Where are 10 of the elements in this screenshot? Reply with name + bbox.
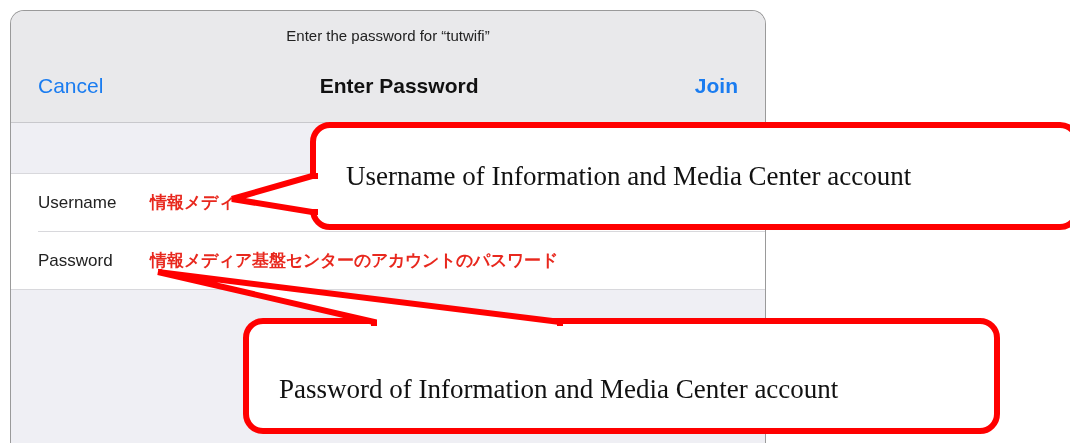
field-value[interactable]: 情報メディア基盤センターのアカウントのパスワード	[150, 249, 558, 272]
field-value[interactable]: 情報メディ	[150, 191, 235, 214]
dialog-title: Enter Password	[319, 74, 479, 98]
field-label: Password	[38, 250, 114, 271]
callout-text: Username of Information and Media Center account	[346, 160, 912, 192]
callout-text: Password of Information and Media Center account	[279, 373, 839, 405]
cancel-button[interactable]: Cancel	[38, 74, 104, 98]
field-label: Username	[38, 192, 118, 213]
dialog-prompt: Enter the password for “tutwifi”	[286, 27, 490, 44]
join-button[interactable]: Join	[694, 74, 738, 98]
